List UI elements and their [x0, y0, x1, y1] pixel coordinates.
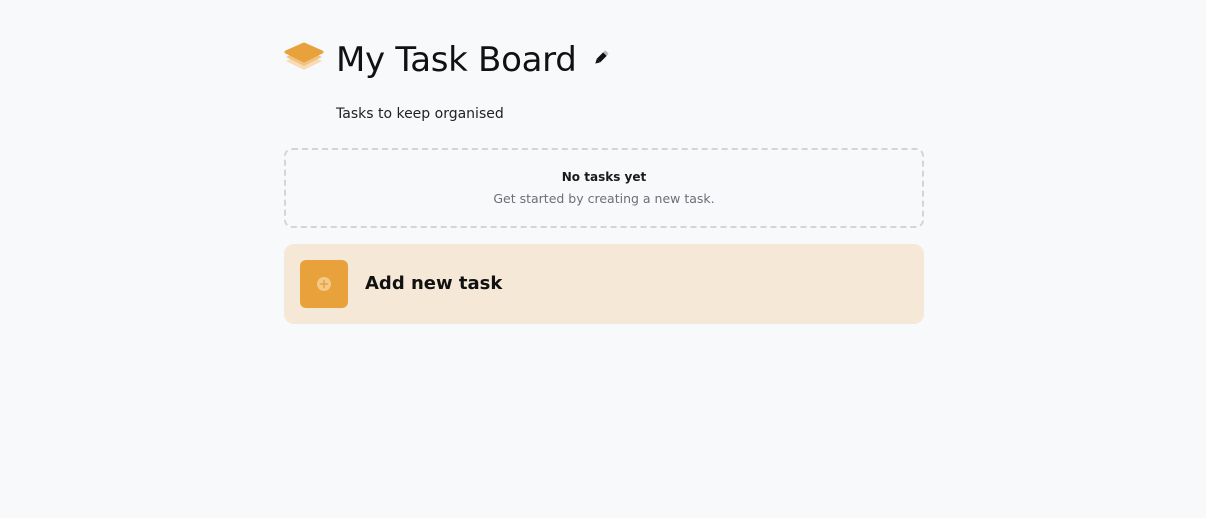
pencil-icon	[595, 50, 609, 64]
add-new-task-button[interactable]: Add new task	[284, 244, 924, 324]
empty-tasks-placeholder: No tasks yet Get started by creating a n…	[284, 148, 924, 228]
board-title: My Task Board	[336, 40, 577, 80]
board-header: My Task Board	[284, 38, 924, 82]
add-task-icon-box	[300, 260, 348, 308]
stacked-layers-icon	[284, 40, 324, 80]
empty-state-title: No tasks yet	[561, 170, 647, 184]
empty-state-description: Get started by creating a new task.	[493, 191, 715, 206]
task-board: My Task Board Tasks to keep organised No…	[284, 38, 924, 324]
board-description: Tasks to keep organised	[336, 106, 504, 122]
add-task-label: Add new task	[365, 273, 503, 294]
edit-board-button[interactable]	[590, 47, 612, 69]
plus-circle-icon	[317, 277, 331, 291]
